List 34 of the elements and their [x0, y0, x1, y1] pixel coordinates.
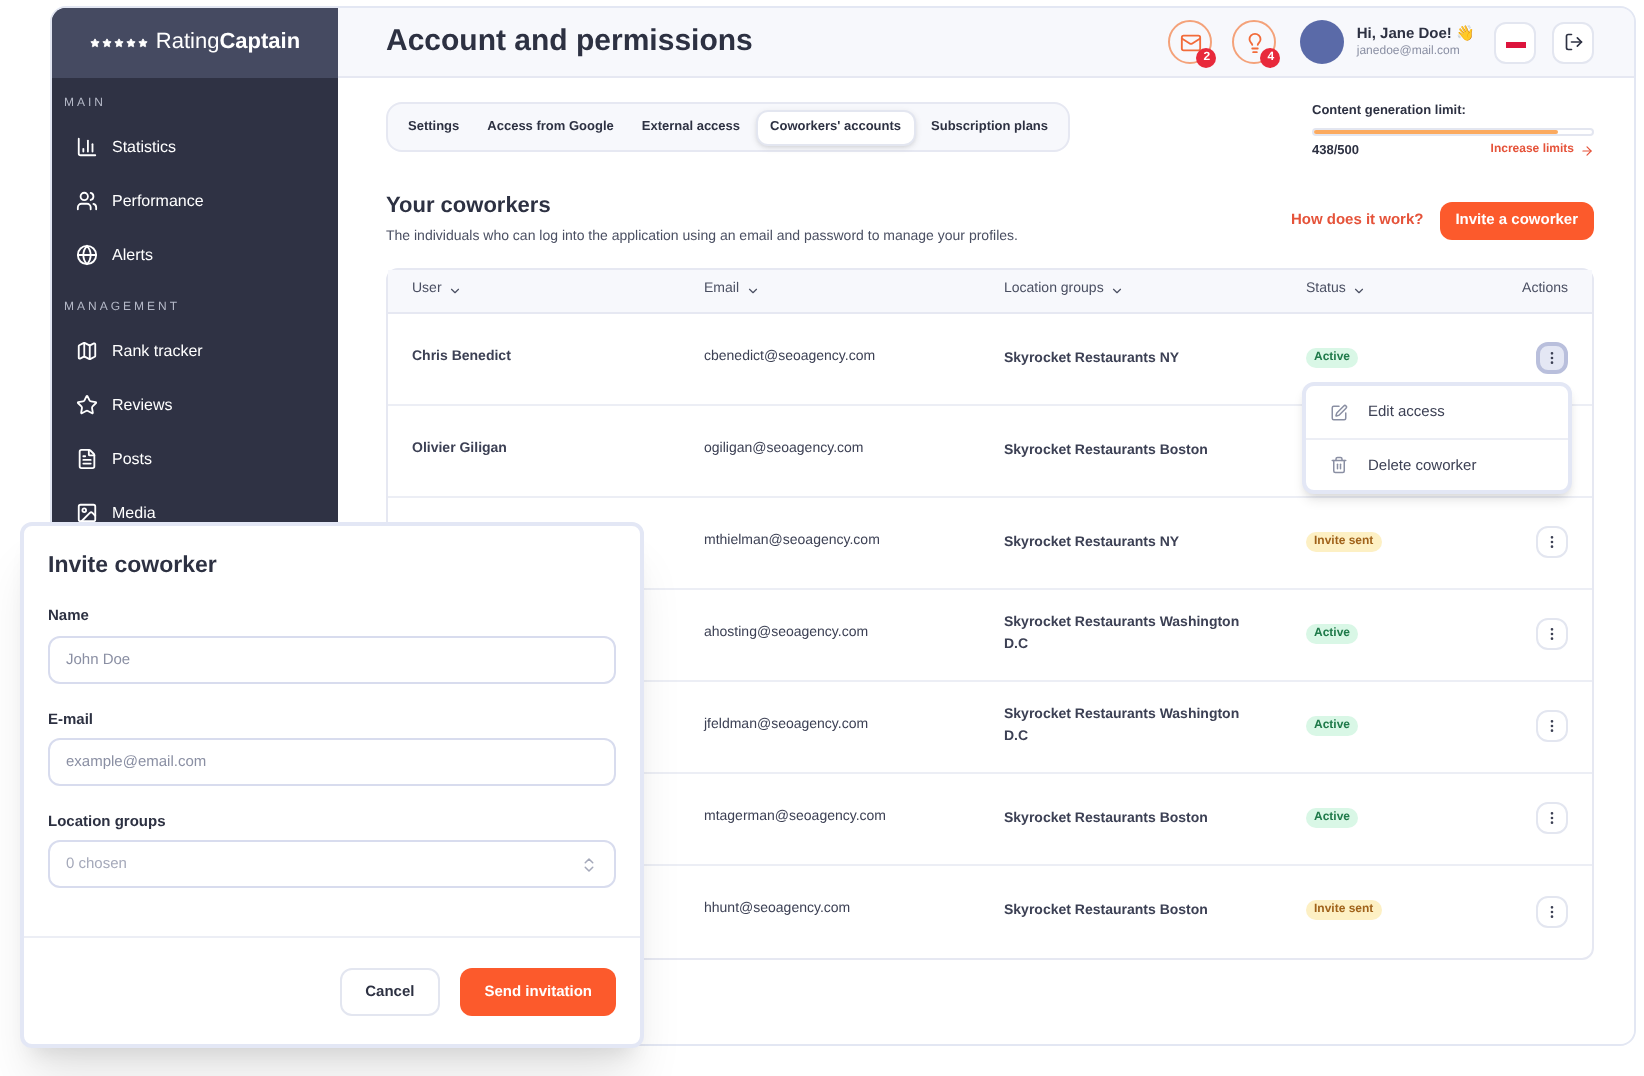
- people-icon: [76, 190, 98, 212]
- section-title: Your coworkers: [386, 191, 553, 221]
- sidebar-item[interactable]: Performance: [52, 174, 338, 228]
- logout-button[interactable]: [1552, 21, 1594, 63]
- chevron-down-icon: [1351, 283, 1366, 297]
- dialog-title: Invite coworker: [48, 552, 219, 582]
- sidebar-item[interactable]: Media: [52, 486, 338, 540]
- actions-button[interactable]: [1536, 342, 1568, 374]
- sidebar-item[interactable]: Rank tracker: [52, 324, 338, 378]
- chart-icon: [76, 136, 98, 158]
- sidebar-item[interactable]: Alerts: [52, 228, 338, 282]
- sidebar-item[interactable]: Posts: [52, 432, 338, 486]
- mail-icon: [1179, 31, 1202, 53]
- logo-text: RatingCaptain: [155, 28, 301, 59]
- logout-icon: [1563, 32, 1583, 52]
- flag-icon: [1505, 36, 1525, 48]
- document-icon: [76, 448, 98, 470]
- arrow-icon: [1580, 144, 1594, 159]
- chevron-down-icon: [1109, 283, 1124, 297]
- map-icon: [76, 340, 98, 362]
- star-icon: [76, 394, 98, 416]
- edit-icon: [1330, 403, 1348, 421]
- language-button[interactable]: [1494, 21, 1536, 63]
- chevron-down-icon: [745, 283, 760, 297]
- chevron-down-icon: [447, 283, 462, 297]
- stars-icon: [89, 38, 148, 48]
- lightbulb-icon: [1243, 31, 1266, 53]
- avatar: [1300, 20, 1345, 64]
- chevrons-icon: [580, 855, 598, 873]
- trash-icon: [1330, 456, 1348, 474]
- globe-icon: [76, 244, 98, 266]
- page-title: Account and permissions: [386, 21, 755, 62]
- sidebar-item[interactable]: Statistics: [52, 120, 338, 174]
- sidebar-item[interactable]: Reviews: [52, 378, 338, 432]
